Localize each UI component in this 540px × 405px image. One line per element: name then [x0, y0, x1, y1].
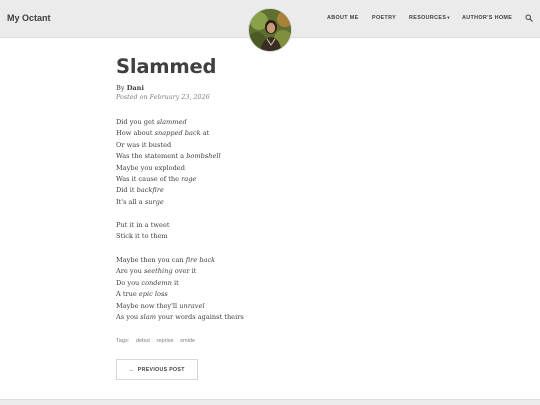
tag-link[interactable]: smide: [180, 338, 195, 344]
poem-line: As you slam your words against theirs: [116, 312, 416, 323]
poem-line: Maybe then you can fire back: [116, 255, 416, 266]
poem-line: Maybe you exploded: [116, 163, 416, 174]
avatar-photo: [249, 9, 291, 51]
arrow-left-icon: ←: [129, 366, 135, 373]
poem-text: Put it in a tweet: [116, 221, 170, 229]
poem-text: Maybe then you can: [116, 256, 186, 264]
poem-line: Or was it busted: [116, 140, 416, 151]
poem-text: Are you: [116, 267, 144, 276]
poem-stanza-3: Maybe then you can fire back Are you seet…: [116, 255, 416, 323]
poem-text: your words against theirs: [155, 313, 244, 322]
author-avatar[interactable]: [248, 8, 292, 52]
poem-text: Was it cause of the: [116, 175, 182, 184]
poem-emphasis: rage: [181, 175, 197, 184]
poem-emphasis: surge: [144, 197, 164, 206]
post-tags: Tags: debut reprise smide: [116, 338, 200, 344]
byline-prefix: By: [116, 84, 125, 92]
poem-emphasis: epic loss: [138, 290, 168, 299]
poem-line: A true epic loss: [116, 289, 416, 300]
poem-text: Do you: [116, 278, 142, 287]
poem-emphasis: bombshell: [186, 152, 221, 161]
poem-emphasis: snapped back: [154, 129, 201, 138]
poem-emphasis: slammed: [156, 118, 187, 126]
poem-text: As you: [116, 313, 141, 322]
poem-line: It's all a surge: [116, 197, 416, 208]
nav-about-me[interactable]: ABOUT ME: [327, 15, 359, 21]
nav-resources[interactable]: RESOURCES▾: [409, 15, 450, 21]
previous-post-label: PREVIOUS POST: [137, 366, 185, 373]
poem-line: Put it in a tweet: [116, 220, 416, 231]
poem-text: Or was it busted: [116, 140, 172, 149]
poem-text: How about: [116, 129, 155, 138]
poem-line: Are you seething over it: [116, 266, 416, 277]
poem-line: How about snapped back at: [116, 128, 416, 139]
poem-text: Maybe now they'll: [116, 301, 180, 310]
poem-emphasis: condemn: [141, 278, 172, 287]
author-link[interactable]: Dani: [127, 84, 144, 92]
caret-down-icon: ▾: [447, 15, 450, 20]
poem-line: Maybe now they'll unravel: [116, 301, 416, 312]
post-date: Posted on February 23, 2026: [116, 93, 210, 101]
poem-text: A true: [116, 290, 139, 299]
poem-emphasis: fire back: [185, 256, 216, 264]
poem-line: Did it backfire: [116, 185, 416, 196]
tag-link[interactable]: debut: [136, 338, 150, 344]
poem-emphasis: unravel: [179, 301, 205, 310]
poem-text: It's all a: [116, 197, 145, 206]
post-title: Slammed: [116, 55, 217, 78]
poem-text: Did you get: [116, 118, 157, 126]
post-byline: By Dani: [116, 84, 416, 93]
poem-emphasis: backfire: [136, 186, 164, 195]
poem-stanza-2: Put it in a tweet Stick it to them: [116, 220, 416, 243]
tags-label: Tags:: [116, 338, 130, 344]
poem-text: it: [171, 278, 179, 287]
poem-text: at: [200, 129, 210, 138]
poem-line: Did you get slammed: [116, 117, 416, 128]
poem-stanza-1: Did you get slammed How about snapped bac…: [116, 117, 416, 208]
nav-resources-label: RESOURCES: [409, 15, 447, 21]
post-header: Slammed By Dani Posted on February 23, 2…: [116, 56, 416, 102]
footer-strip: [0, 399, 540, 405]
poem-line: Do you condemn it: [116, 278, 416, 289]
poem-text: Did it: [116, 186, 137, 195]
site-title-link[interactable]: My Octant: [7, 13, 51, 23]
tag-link[interactable]: reprise: [157, 338, 174, 344]
poem-text: over it: [172, 267, 197, 276]
poem-emphasis: seething: [143, 267, 173, 276]
search-icon[interactable]: [525, 14, 533, 22]
poem-text: Stick it to them: [116, 232, 168, 241]
poem-emphasis: slam: [140, 313, 156, 322]
poem-line: Was it cause of the rage: [116, 174, 416, 185]
poem-line: Stick it to them: [116, 231, 416, 242]
poem-text: Maybe you exploded: [116, 163, 185, 172]
poem-line: Was the statement a bombshell: [116, 151, 416, 162]
poem-text: Was the statement a: [116, 152, 187, 161]
nav-authors-home[interactable]: AUTHOR'S HOME: [462, 15, 512, 21]
previous-post-button[interactable]: ← PREVIOUS POST: [116, 359, 198, 380]
nav-poetry[interactable]: POETRY: [372, 15, 396, 21]
